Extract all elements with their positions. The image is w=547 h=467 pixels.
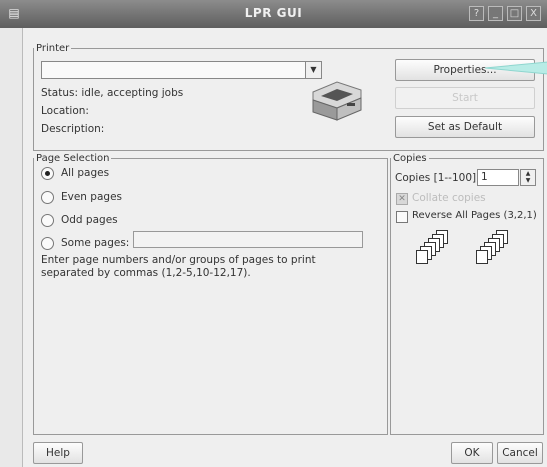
printer-select[interactable]: ▼	[41, 61, 322, 79]
label-some-pages: Some pages:	[61, 237, 130, 249]
label-odd-pages: Odd pages	[61, 214, 118, 226]
page-selection-hint: Enter page numbers and/or groups of page…	[41, 254, 316, 279]
printer-status: Status: idle, accepting jobs	[41, 87, 184, 99]
copies-count-input[interactable]: 1	[477, 169, 519, 186]
minimize-button[interactable]: _	[488, 6, 503, 21]
page-selection-legend: Page Selection	[36, 153, 110, 164]
page-icon	[476, 250, 488, 264]
printer-location: Location:	[41, 105, 89, 117]
reverse-label: Reverse All Pages (3,2,1)	[412, 210, 537, 221]
reverse-checkbox[interactable]	[396, 211, 408, 223]
pointer-arrow-icon	[485, 61, 547, 75]
ok-button[interactable]: OK	[451, 442, 493, 464]
collate-illustration	[408, 230, 538, 282]
set-default-button[interactable]: Set as Default	[395, 116, 535, 138]
radio-some-pages[interactable]	[41, 237, 54, 250]
copies-count-label: Copies [1--100]:	[395, 172, 480, 184]
dialog-body: Printer ▼ Status: idle, accepting jobs L…	[22, 28, 547, 467]
collate-checkbox[interactable]: ✕	[396, 193, 408, 205]
help-button[interactable]: Help	[33, 442, 83, 464]
radio-even-pages[interactable]	[41, 191, 54, 204]
some-pages-input[interactable]	[133, 231, 363, 248]
radio-all-pages[interactable]	[41, 167, 54, 180]
copies-legend: Copies	[393, 153, 427, 164]
cancel-button[interactable]: Cancel	[497, 442, 543, 464]
radio-odd-pages[interactable]	[41, 214, 54, 227]
collate-label: Collate copies	[412, 192, 486, 204]
maximize-button[interactable]: □	[507, 6, 522, 21]
close-button[interactable]: X	[526, 6, 541, 21]
stepper-down-icon[interactable]: ▼	[521, 177, 535, 184]
title-bar: ▤ LPR GUI ? _ □ X	[0, 0, 547, 28]
help-window-button[interactable]: ?	[469, 6, 484, 21]
printer-description: Description:	[41, 123, 105, 135]
start-button[interactable]: Start	[395, 87, 535, 109]
printer-icon	[312, 81, 362, 121]
printer-legend: Printer	[36, 43, 70, 54]
label-even-pages: Even pages	[61, 191, 122, 203]
window-title: LPR GUI	[244, 6, 303, 20]
page-icon	[416, 250, 428, 264]
label-all-pages: All pages	[61, 167, 110, 179]
stepper-up-icon[interactable]: ▲	[521, 170, 535, 177]
copies-stepper[interactable]: ▲ ▼	[520, 169, 536, 186]
